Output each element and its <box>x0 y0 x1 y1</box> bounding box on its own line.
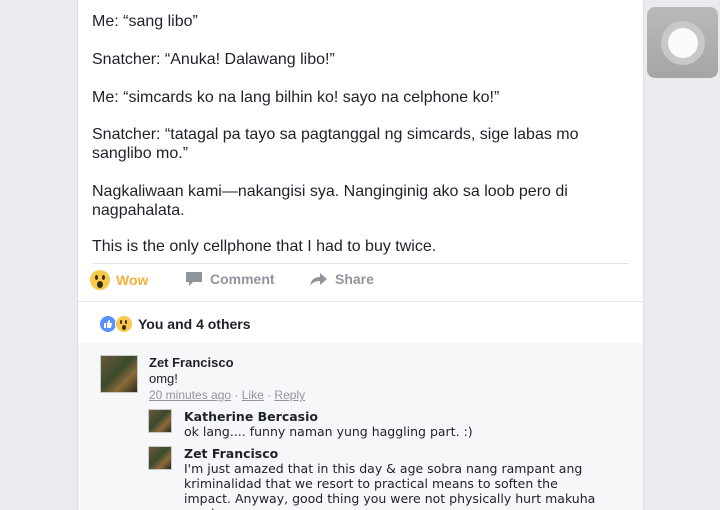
reactions-text: You and 4 others <box>138 316 251 332</box>
share-button[interactable]: Share <box>309 270 374 288</box>
post-line: Me: “simcards ko na lang bilhin ko! sayo… <box>92 89 500 106</box>
post-card: Me: “sang libo” Snatcher: “Anuka! Dalawa… <box>77 0 644 510</box>
separator: · <box>231 388 242 402</box>
post-line: This is the only cellphone that I had to… <box>92 238 437 255</box>
reply-link[interactable]: Reply <box>274 388 305 402</box>
assistive-touch-icon <box>667 27 698 58</box>
comment-icon <box>186 272 202 286</box>
post-line: Nagkaliwaan kami—nakangisi sya. Nangingi… <box>92 183 568 219</box>
reply-author[interactable]: Katherine Bercasio <box>184 409 604 424</box>
reply-text: I'm just amazed that in this day & age s… <box>184 461 596 510</box>
avatar[interactable] <box>148 409 172 433</box>
like-link[interactable]: Like <box>242 388 264 402</box>
wow-button[interactable]: Wow <box>90 270 148 290</box>
assistive-touch-button[interactable] <box>647 7 718 78</box>
share-label: Share <box>335 271 374 287</box>
post-line: Me: “sang libo” <box>92 13 198 30</box>
reply-text: ok lang.... funny naman yung haggling pa… <box>184 424 473 439</box>
action-bar: Wow Comment Share <box>90 270 630 294</box>
comment-meta: 20 minutes ago · Like · Reply <box>149 387 629 403</box>
wow-label: Wow <box>116 272 149 288</box>
reactions-summary[interactable]: You and 4 others <box>78 301 643 345</box>
post-line: Snatcher: “tatagal pa tayo sa pagtanggal… <box>92 126 579 162</box>
comment-label: Comment <box>210 271 275 287</box>
comment-text: omg! <box>149 371 178 386</box>
avatar[interactable] <box>148 446 172 470</box>
comment-author[interactable]: Zet Francisco <box>149 355 629 371</box>
avatar[interactable] <box>100 355 138 393</box>
comments-section: Zet Francisco omg! 20 minutes ago · Like… <box>78 343 643 510</box>
like-icon <box>100 316 116 332</box>
separator: · <box>263 388 275 402</box>
divider <box>92 263 629 264</box>
wow-icon <box>90 270 110 290</box>
comment-button[interactable]: Comment <box>184 270 275 288</box>
share-icon <box>310 273 327 286</box>
reply-author[interactable]: Zet Francisco <box>184 446 604 461</box>
wow-icon <box>115 315 133 333</box>
comment-time[interactable]: 20 minutes ago <box>149 388 231 402</box>
post-line: Snatcher: “Anuka! Dalawang libo!” <box>92 51 335 68</box>
